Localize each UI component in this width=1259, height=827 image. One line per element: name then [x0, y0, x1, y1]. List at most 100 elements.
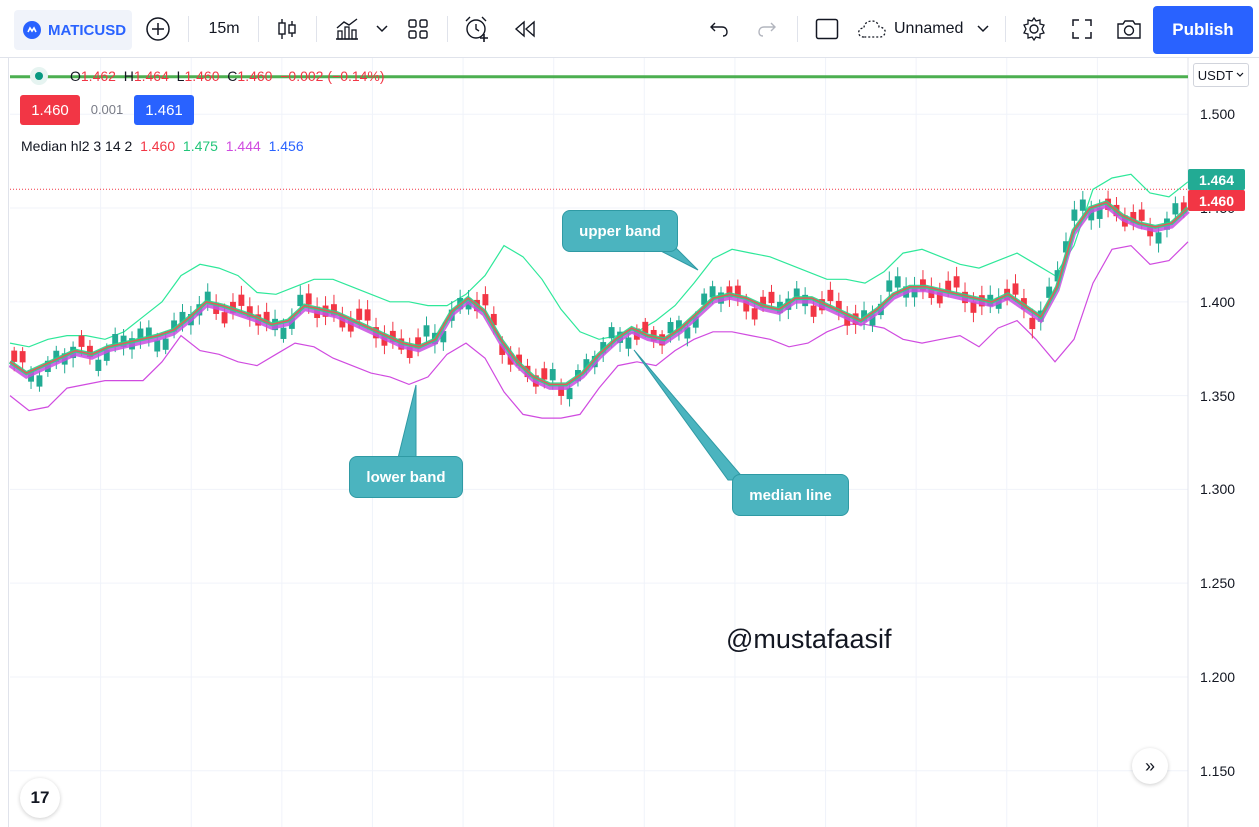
candle-body [280, 327, 287, 339]
toolbar-separator [797, 16, 798, 42]
candle-body [356, 308, 363, 320]
upper-band-callout: upper band [562, 210, 678, 252]
candle-body [894, 276, 901, 288]
redo-button[interactable] [752, 0, 782, 58]
double-chevron-right-icon: » [1144, 755, 1155, 776]
toolbar-separator [188, 16, 189, 42]
currency-select[interactable]: USDT [1193, 63, 1249, 87]
candle-body [1138, 209, 1145, 221]
price-axis-tick: 1.400 [1200, 293, 1236, 310]
candle-body [886, 280, 893, 292]
high-value: 1.464 [133, 68, 169, 84]
chevron-down-icon [376, 25, 388, 33]
lower-band-line [9, 241, 1189, 419]
open-label: O [70, 68, 81, 84]
top-toolbar: MATICUSD 15m Unnamed Publish [0, 0, 1259, 58]
chevron-down-icon [977, 25, 989, 33]
buy-price-button[interactable]: 1.461 [134, 95, 194, 125]
grid-layout-icon [408, 19, 428, 39]
snapshot-button[interactable] [1112, 0, 1146, 58]
close-label: C [227, 68, 238, 84]
candle-body [482, 294, 489, 306]
candle-body [1071, 209, 1078, 221]
polygon-logo-icon [23, 21, 41, 39]
expand-icon [1072, 19, 1092, 39]
plus-circle-icon [146, 17, 170, 41]
toolbar-separator [316, 16, 317, 42]
chart-type-button[interactable] [272, 0, 302, 58]
undo-icon [710, 22, 728, 37]
price-axis-tick: 1.350 [1200, 387, 1236, 404]
candle-body [364, 309, 371, 321]
alarm-clock-plus-icon [465, 16, 488, 42]
toolbar-separator [258, 16, 259, 42]
price-axis-tick: 1.500 [1200, 106, 1236, 123]
left-edge-strip [0, 58, 9, 827]
alert-button[interactable] [460, 0, 494, 58]
tradingview-logo-text: 17 [30, 788, 50, 807]
interval-label: 15m [208, 20, 240, 37]
layout-name-button[interactable]: Unnamed [856, 0, 996, 58]
candle-body [78, 335, 85, 347]
indicator-value-1: 1.460 [140, 138, 176, 154]
fullscreen-button[interactable] [1066, 0, 1098, 58]
publish-button[interactable]: Publish [1153, 6, 1253, 54]
symbol-search-button[interactable]: MATICUSD [14, 10, 132, 50]
upper-band-price-tag: 1.464 [1188, 169, 1245, 190]
indicator-name: Median hl2 3 14 2 [21, 138, 133, 154]
ohlc-legend: O1.462 H1.464 L1.460 C1.460 −0.002 (−0.1… [70, 68, 385, 84]
price-axis-tick: 1.250 [1200, 575, 1236, 592]
candle-body [1029, 317, 1036, 330]
tradingview-logo[interactable]: 17 [20, 778, 60, 818]
candle-body [95, 359, 102, 371]
candle-body [154, 340, 161, 352]
indicator-value-4: 1.456 [268, 138, 304, 154]
layout-name: Unnamed [894, 20, 964, 37]
candle-body [423, 325, 430, 337]
open-value: 1.462 [80, 68, 116, 84]
symbol-status-dot[interactable] [30, 67, 48, 85]
undo-button[interactable] [704, 0, 734, 58]
candle-body [238, 294, 245, 306]
candle-body [810, 305, 817, 317]
settings-button[interactable] [1018, 0, 1050, 58]
candle-body [827, 289, 834, 302]
candle-body [162, 338, 169, 350]
close-value: 1.460 [237, 68, 273, 84]
last-price-tag: 1.460 [1188, 190, 1245, 211]
toolbar-separator [447, 16, 448, 42]
cloud-icon [858, 20, 886, 38]
fullscreen-layout-button[interactable] [812, 0, 842, 58]
candle-body [625, 337, 632, 349]
redo-icon [758, 22, 776, 37]
lower-band-callout: lower band [349, 456, 463, 498]
candles-icon [278, 19, 296, 39]
currency-label: USDT [1197, 67, 1234, 83]
interval-button[interactable]: 15m [198, 0, 250, 58]
change-value: −0.002 (−0.14%) [280, 68, 385, 84]
indicator-legend[interactable]: Median hl2 3 14 2 1.460 1.475 1.444 1.45… [21, 138, 304, 154]
price-axis-tick: 1.150 [1200, 762, 1236, 779]
rewind-icon [514, 20, 535, 38]
templates-button[interactable] [403, 0, 433, 58]
indicators-button[interactable] [330, 0, 364, 58]
price-axis-tick: 1.200 [1200, 668, 1236, 685]
symbol-name: MATICUSD [48, 21, 127, 39]
square-icon [815, 18, 839, 40]
median-line-callout-pointer [633, 349, 747, 481]
compare-add-button[interactable] [142, 0, 174, 58]
candle-body [953, 276, 960, 288]
chart-grid [10, 58, 1188, 827]
candle-body [221, 312, 228, 324]
indicators-icon [336, 18, 358, 40]
indicators-dropdown[interactable] [372, 0, 392, 58]
scroll-to-realtime-button[interactable]: » [1132, 748, 1168, 784]
status-dot-inner [35, 72, 43, 80]
replay-button[interactable] [510, 0, 540, 58]
camera-icon [1117, 20, 1141, 39]
trading-chart-app: MATICUSD 15m Unnamed Publish O1.462 H1.4… [0, 0, 1259, 827]
candle-body [768, 291, 775, 304]
candle-body [1079, 199, 1086, 211]
sell-price-button[interactable]: 1.460 [20, 95, 80, 125]
gear-icon [1023, 16, 1045, 42]
